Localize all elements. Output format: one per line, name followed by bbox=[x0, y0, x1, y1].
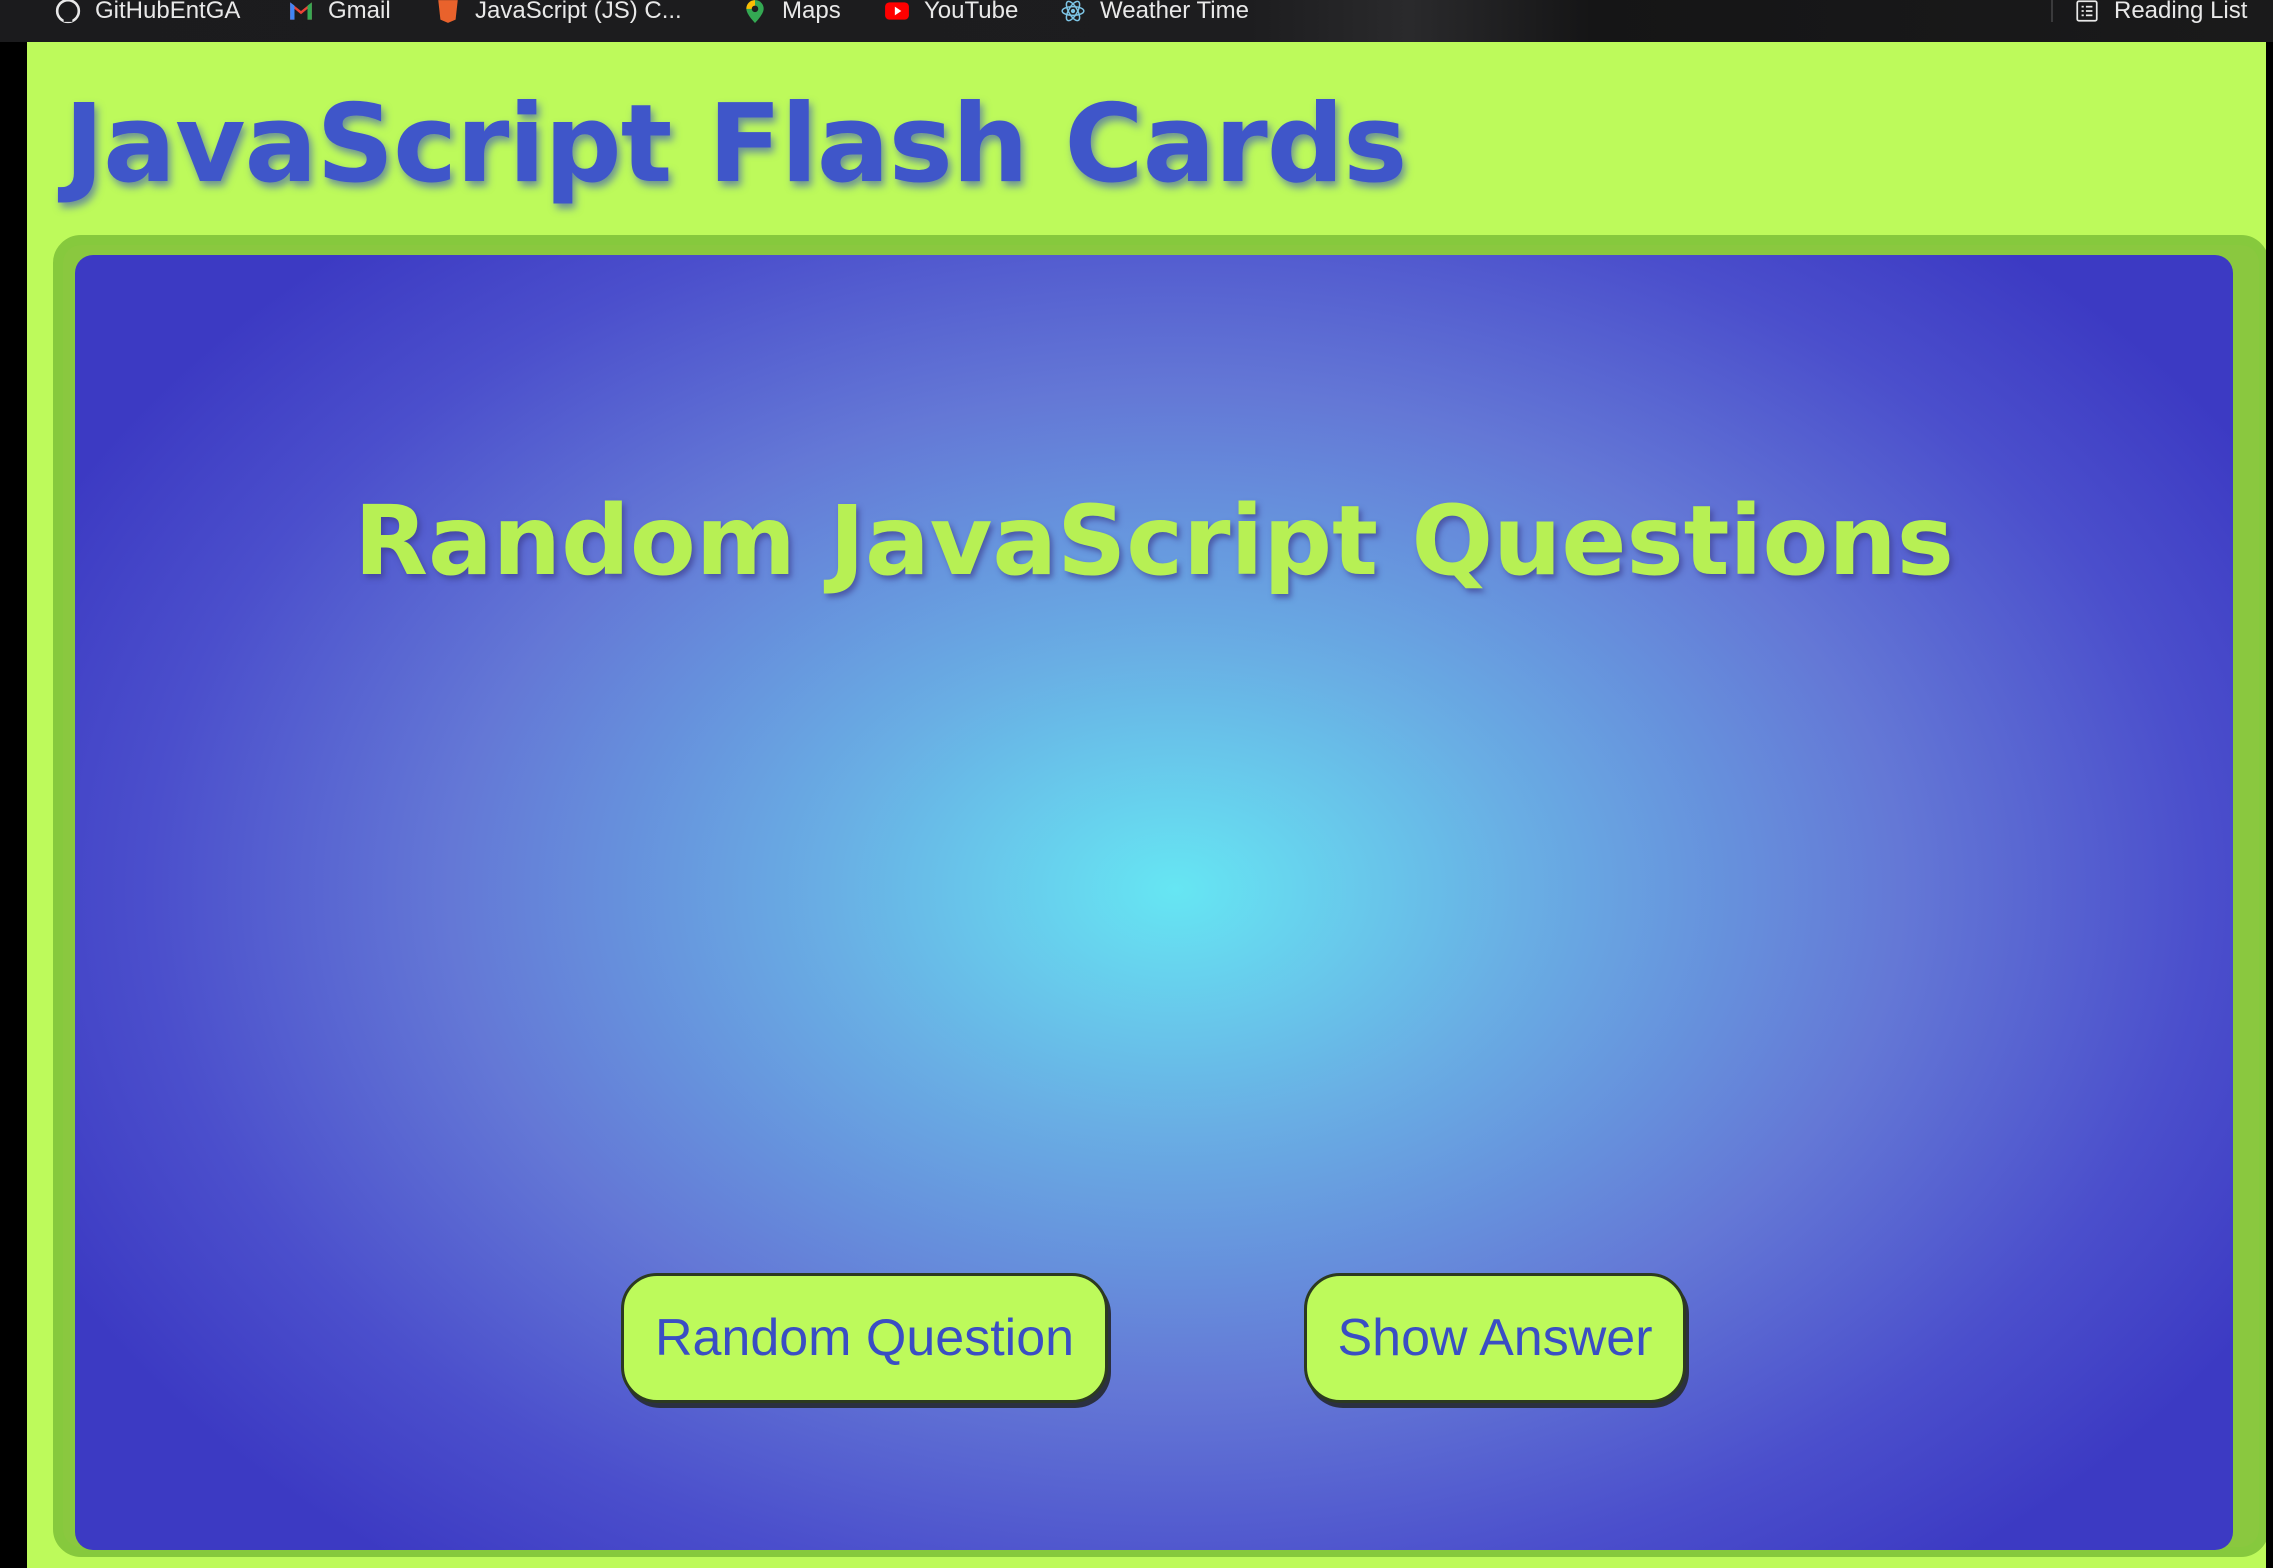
flash-card-frame: Random JavaScript Questions Random Quest… bbox=[53, 235, 2269, 1557]
reading-list-button[interactable]: Reading List bbox=[2074, 0, 2248, 24]
bookmark-gmail[interactable]: Gmail bbox=[288, 0, 391, 24]
window-edge-left bbox=[0, 42, 27, 1568]
random-question-button[interactable]: Random Question bbox=[621, 1273, 1108, 1403]
page: JavaScript Flash Cards Random JavaScript… bbox=[27, 42, 2269, 1568]
bookmark-label: JavaScript (JS) C... bbox=[475, 0, 682, 24]
maps-pin-icon bbox=[746, 0, 764, 23]
bookmark-maps[interactable]: Maps bbox=[742, 0, 841, 24]
page-title: JavaScript Flash Cards bbox=[64, 82, 1407, 207]
window-edge-right bbox=[2266, 42, 2273, 1568]
bookmark-weather-time[interactable]: Weather Time bbox=[1060, 0, 1249, 24]
youtube-icon bbox=[885, 2, 909, 20]
github-icon bbox=[55, 0, 81, 24]
reading-list-label: Reading List bbox=[2114, 0, 2248, 24]
bookmark-label: Maps bbox=[782, 0, 841, 24]
bookmark-label: Gmail bbox=[328, 0, 391, 24]
bookmark-javascript-course[interactable]: JavaScript (JS) C... bbox=[435, 0, 682, 24]
card-heading: Random JavaScript Questions bbox=[354, 485, 1954, 597]
bookmark-label: GitHubEntGA bbox=[95, 0, 241, 24]
gmail-icon bbox=[290, 2, 312, 20]
html5-icon bbox=[438, 0, 458, 23]
bookmark-label: Weather Time bbox=[1100, 0, 1249, 24]
show-answer-button[interactable]: Show Answer bbox=[1304, 1273, 1686, 1403]
bookmarks-bar: GitHubEntGA Gmail JavaScript (JS) C... M… bbox=[0, 0, 2273, 42]
bookmarks-divider bbox=[2051, 0, 2053, 22]
flash-card: Random JavaScript Questions Random Quest… bbox=[75, 255, 2233, 1550]
bookmark-label: YouTube bbox=[924, 0, 1019, 24]
react-icon bbox=[1061, 0, 1085, 22]
bookmark-youtube[interactable]: YouTube bbox=[884, 0, 1019, 24]
reading-list-icon bbox=[2076, 0, 2098, 22]
bookmark-githubentga[interactable]: GitHubEntGA bbox=[55, 0, 241, 24]
